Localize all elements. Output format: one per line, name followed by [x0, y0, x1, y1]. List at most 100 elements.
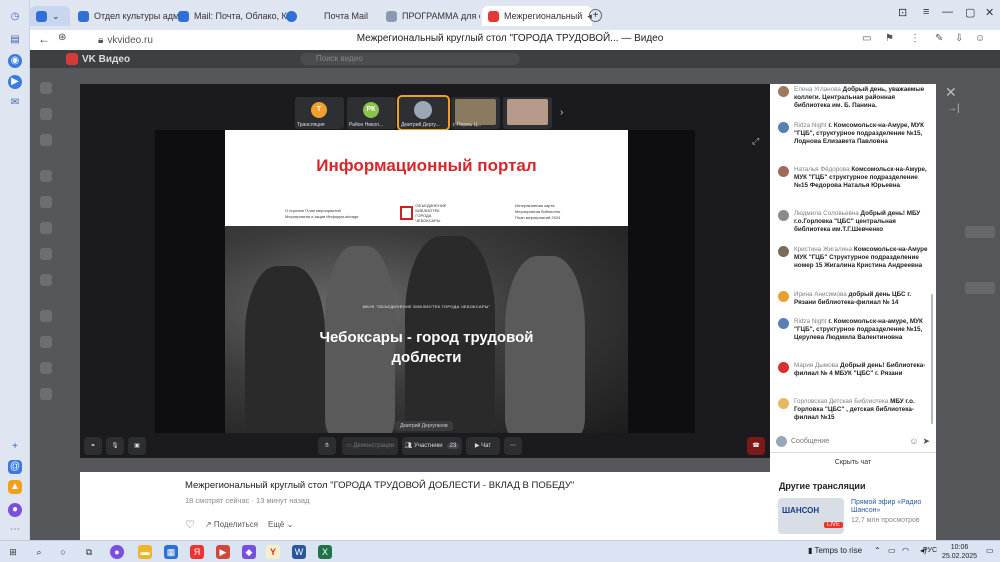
more-options-icon[interactable]: ⋯ — [504, 437, 522, 455]
stream-title[interactable]: Прямой эфир «Радио Шансон» — [851, 499, 931, 515]
message-author[interactable]: Горловская Детская Библиотека — [794, 398, 888, 405]
weather-widget[interactable]: ▮ Temps to rise — [808, 546, 862, 555]
camera-off-icon[interactable]: ▣ — [128, 437, 146, 455]
message-input[interactable]: Сообщение ☺ ➤ — [776, 433, 930, 449]
notifications-icon[interactable]: ▭ — [986, 546, 994, 555]
message-author[interactable]: Ирина Анисимова — [794, 291, 847, 298]
like-icon[interactable]: ♡ — [185, 518, 195, 531]
more-icon[interactable]: ⋯ — [8, 523, 22, 537]
minimize-button[interactable]: — — [942, 6, 953, 18]
excel-icon[interactable]: X — [318, 545, 332, 559]
profile-icon[interactable]: ☺ — [975, 33, 985, 44]
close-icon[interactable]: ✕ — [945, 84, 957, 101]
bookmarks-icon[interactable]: ▤ — [8, 33, 22, 47]
nav-icon[interactable] — [40, 336, 52, 348]
message-author[interactable]: Людмила Соловьевна — [794, 210, 859, 217]
collapse-icon[interactable]: →| — [947, 103, 960, 114]
wifi-icon[interactable]: ◠ — [902, 546, 909, 555]
message-author[interactable]: Мария Дымова — [794, 362, 838, 369]
media-icon[interactable]: ▶ — [216, 545, 230, 559]
screen-share-button[interactable]: ▭ Демонстрация — [342, 437, 398, 455]
chevron-right-icon[interactable]: › — [560, 107, 563, 118]
expand-icon[interactable]: ⤢ — [752, 136, 759, 147]
hang-up-icon[interactable]: ☎︎ — [747, 437, 765, 455]
tab-pochta[interactable]: Почта Mail — [280, 6, 380, 26]
message-author[interactable]: Елена Угланова — [794, 86, 841, 93]
tab-mail[interactable]: Mail: Почта, Облако, Кале — [172, 6, 297, 26]
message-author[interactable]: Ridza Night — [794, 318, 827, 325]
more-icon[interactable]: ⋮ — [910, 33, 920, 44]
nav-icon[interactable] — [40, 388, 52, 400]
nav-icon[interactable] — [40, 248, 52, 260]
nav-icon[interactable] — [40, 274, 52, 286]
message-author[interactable]: Кристина Жигалина — [794, 246, 852, 253]
chat-scrollbar[interactable] — [931, 294, 933, 424]
participant-tile[interactable]: Т Трансляция — [295, 97, 344, 129]
vk-logo[interactable]: VK Видео — [66, 53, 130, 65]
add-panel-icon[interactable]: + — [8, 440, 22, 454]
nav-icon[interactable] — [40, 196, 52, 208]
downloads-icon[interactable]: ⇩ — [955, 33, 963, 44]
store-icon[interactable]: ▦ — [164, 545, 178, 559]
menu-icon[interactable]: ≡ — [923, 6, 929, 18]
bookmark-add-icon[interactable]: ⚑ — [885, 33, 894, 44]
participant-tile[interactable]: РК Район Никол... — [347, 97, 396, 129]
search-icon[interactable]: ⌕ — [32, 545, 46, 559]
nav-icon[interactable] — [40, 362, 52, 374]
participant-tile-active[interactable]: Дмитрий Дергу... — [397, 95, 450, 131]
tab-mezhregionalny[interactable]: Межрегиональный◂)× — [482, 6, 592, 26]
raise-hand-icon[interactable]: ✋︎ — [318, 437, 336, 455]
close-window-button[interactable]: ✕ — [985, 6, 994, 19]
history-icon[interactable]: ◷ — [8, 10, 22, 24]
participant-tile[interactable]: г. Пермь Ц... — [451, 97, 500, 129]
participants-button[interactable]: 👥︎ Участники 23 — [402, 437, 462, 455]
mail-icon[interactable]: @ — [8, 460, 22, 474]
nav-icon[interactable] — [40, 108, 52, 120]
cortana-icon[interactable]: ○ — [56, 545, 70, 559]
participant-tile[interactable] — [503, 97, 552, 129]
file-explorer-icon[interactable]: ▬ — [138, 545, 152, 559]
emoji-icon[interactable]: ☺ — [909, 436, 918, 446]
yandex-browser-icon[interactable]: Y — [266, 545, 280, 559]
message-author[interactable]: Ridza Night — [794, 122, 827, 129]
url-field[interactable]: 🔒︎ vkvideo.ru — [98, 32, 188, 48]
reader-icon[interactable]: ▭ — [862, 33, 871, 44]
network-icon[interactable]: ▭ — [888, 546, 896, 555]
stream-thumbnail[interactable]: ШАНСОН LIVE — [778, 498, 844, 534]
tab-programma[interactable]: ПРОГРАММА для служ — [380, 6, 480, 26]
nav-icon[interactable] — [40, 310, 52, 322]
music-icon[interactable]: ▶ — [8, 75, 22, 89]
alice-icon[interactable]: ◉ — [8, 54, 22, 68]
extensions-icon[interactable]: ✎ — [935, 33, 943, 44]
clock[interactable]: 10:06 25.02.2025 — [942, 543, 977, 561]
share-button[interactable]: ↗ Поделиться — [205, 520, 258, 529]
link-icon[interactable]: ⚭ — [84, 437, 102, 455]
send-icon[interactable]: ➤ — [922, 436, 930, 447]
messenger-icon[interactable]: ✉ — [8, 96, 22, 110]
assistant-icon[interactable]: ● — [8, 503, 22, 517]
messenger-icon[interactable]: ◆ — [242, 545, 256, 559]
nav-icon[interactable] — [40, 170, 52, 182]
yandex-icon[interactable]: Я — [190, 545, 204, 559]
mic-off-icon[interactable]: 🎙︎ — [106, 437, 124, 455]
search-input[interactable]: Поиск видео — [300, 53, 520, 65]
alice-icon[interactable]: ● — [110, 545, 124, 559]
hide-chat-button[interactable]: Скрыть чат — [770, 452, 936, 472]
tab-group-button[interactable]: ⌄ — [30, 6, 70, 26]
nav-icon[interactable] — [40, 82, 52, 94]
word-icon[interactable]: W — [292, 545, 306, 559]
bookmark-icon[interactable]: ⊡ — [898, 6, 907, 19]
windows-start-icon[interactable]: ⊞ — [6, 545, 20, 559]
nav-icon[interactable] — [40, 222, 52, 234]
nav-icon[interactable] — [40, 134, 52, 146]
lang-label[interactable]: РУС — [923, 547, 937, 554]
protect-icon[interactable]: ⊛ — [58, 32, 66, 43]
message-author[interactable]: Наталья Фёдорова — [794, 166, 850, 173]
tray-chevron-icon[interactable]: ⌃ — [874, 546, 881, 555]
disk-icon[interactable]: ▲ — [8, 480, 22, 494]
chat-button[interactable]: ▶ Чат — [466, 437, 500, 455]
new-tab-button[interactable]: + — [589, 9, 602, 22]
maximize-button[interactable]: ▢ — [965, 6, 975, 19]
more-button[interactable]: Ещё ⌄ — [268, 520, 293, 529]
back-icon[interactable]: ← — [38, 32, 50, 46]
